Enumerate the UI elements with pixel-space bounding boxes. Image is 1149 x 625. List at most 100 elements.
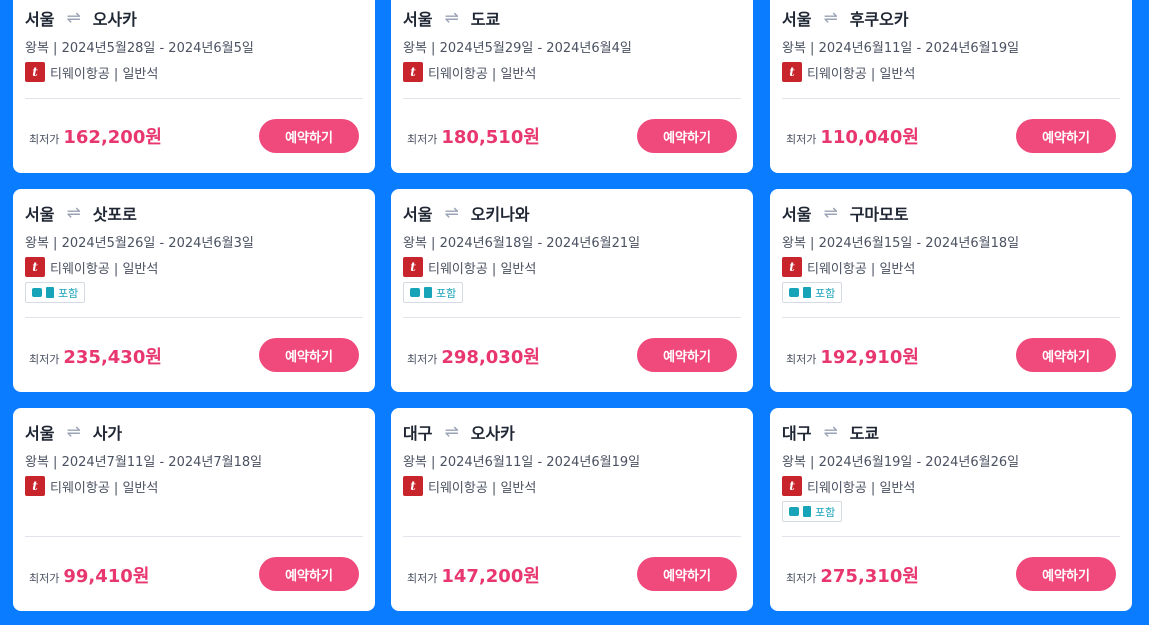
book-button[interactable]: 예약하기 bbox=[1016, 338, 1116, 372]
round-trip-icon: ⇌ bbox=[444, 422, 459, 442]
price-block: 최저가 298,030원 bbox=[407, 343, 540, 369]
flight-card[interactable]: 서울 ⇌ 사가 왕복 | 2024년7월11일 - 2024년7월18일 t 티… bbox=[13, 408, 375, 611]
book-button[interactable]: 예약하기 bbox=[259, 338, 359, 372]
tway-logo-icon: t bbox=[403, 476, 423, 496]
lowest-price: 162,200원 bbox=[63, 127, 162, 148]
airline-class: 티웨이항공 | 일반석 bbox=[50, 480, 159, 496]
tway-logo-icon: t bbox=[25, 257, 45, 277]
price-label: 최저가 bbox=[29, 133, 60, 146]
price-label: 최저가 bbox=[407, 353, 438, 366]
book-button[interactable]: 예약하기 bbox=[259, 119, 359, 153]
checked-bag-icon bbox=[424, 287, 432, 298]
trip-dates: 왕복 | 2024년6월11일 - 2024년6월19일 bbox=[782, 41, 1020, 56]
book-button[interactable]: 예약하기 bbox=[1016, 119, 1116, 153]
lowest-price: 192,910원 bbox=[820, 347, 919, 368]
route-title: 서울 ⇌ 도쿄 bbox=[403, 6, 500, 30]
price-block: 최저가 180,510원 bbox=[407, 123, 540, 149]
airline-info: t 티웨이항공 | 일반석 bbox=[403, 257, 536, 277]
checked-bag-icon bbox=[46, 287, 54, 298]
round-trip-icon: ⇌ bbox=[823, 203, 838, 223]
baggage-included-badge: 포함 bbox=[782, 501, 843, 522]
destination-city: 도쿄 bbox=[470, 10, 501, 29]
round-trip-icon: ⇌ bbox=[66, 422, 81, 442]
baggage-included-badge: 포함 bbox=[782, 282, 843, 303]
price-block: 최저가 99,410원 bbox=[29, 562, 149, 588]
airline-info: t 티웨이항공 | 일반석 bbox=[25, 62, 158, 82]
book-button[interactable]: 예약하기 bbox=[637, 338, 737, 372]
divider bbox=[25, 536, 363, 537]
tway-logo-icon: t bbox=[25, 62, 45, 82]
flight-card[interactable]: 서울 ⇌ 후쿠오카 왕복 | 2024년6월11일 - 2024년6월19일 t… bbox=[770, 0, 1132, 173]
airline-class: 티웨이항공 | 일반석 bbox=[428, 261, 537, 277]
airline-info: t 티웨이항공 | 일반석 bbox=[782, 62, 915, 82]
flight-card[interactable]: 서울 ⇌ 구마모토 왕복 | 2024년6월15일 - 2024년6월18일 t… bbox=[770, 189, 1132, 392]
divider bbox=[782, 536, 1120, 537]
destination-city: 도쿄 bbox=[849, 424, 880, 443]
book-button[interactable]: 예약하기 bbox=[637, 119, 737, 153]
airline-info: t 티웨이항공 | 일반석 bbox=[403, 62, 536, 82]
price-block: 최저가 147,200원 bbox=[407, 562, 540, 588]
book-button[interactable]: 예약하기 bbox=[637, 557, 737, 591]
divider bbox=[25, 98, 363, 99]
destination-city: 오키나와 bbox=[470, 205, 530, 224]
flight-card[interactable]: 서울 ⇌ 오키나와 왕복 | 2024년6월18일 - 2024년6월21일 t… bbox=[391, 189, 753, 392]
price-block: 최저가 162,200원 bbox=[29, 123, 162, 149]
badge-label: 포함 bbox=[436, 286, 457, 300]
price-label: 최저가 bbox=[786, 353, 817, 366]
tway-logo-icon: t bbox=[25, 476, 45, 496]
origin-city: 서울 bbox=[403, 10, 433, 29]
trip-dates: 왕복 | 2024년5월29일 - 2024년6월4일 bbox=[403, 41, 632, 56]
origin-city: 서울 bbox=[25, 10, 55, 29]
flight-card[interactable]: 서울 ⇌ 삿포로 왕복 | 2024년5월26일 - 2024년6월3일 t 티… bbox=[13, 189, 375, 392]
tway-logo-icon: t bbox=[403, 257, 423, 277]
lowest-price: 235,430원 bbox=[63, 347, 162, 368]
flight-card[interactable]: 대구 ⇌ 오사카 왕복 | 2024년6월11일 - 2024년6월19일 t … bbox=[391, 408, 753, 611]
round-trip-icon: ⇌ bbox=[444, 8, 459, 28]
lowest-price: 180,510원 bbox=[441, 127, 540, 148]
airline-info: t 티웨이항공 | 일반석 bbox=[25, 476, 158, 496]
baggage-included-badge: 포함 bbox=[403, 282, 464, 303]
airline-info: t 티웨이항공 | 일반석 bbox=[25, 257, 158, 277]
badge-label: 포함 bbox=[815, 286, 836, 300]
checked-bag-icon bbox=[803, 287, 811, 298]
badge-label: 포함 bbox=[815, 505, 836, 519]
price-label: 최저가 bbox=[407, 133, 438, 146]
price-label: 최저가 bbox=[29, 353, 60, 366]
book-button[interactable]: 예약하기 bbox=[1016, 557, 1116, 591]
flight-card[interactable]: 대구 ⇌ 도쿄 왕복 | 2024년6월19일 - 2024년6월26일 t 티… bbox=[770, 408, 1132, 611]
route-title: 서울 ⇌ 삿포로 bbox=[25, 201, 137, 225]
airline-class: 티웨이항공 | 일반석 bbox=[50, 261, 159, 277]
price-block: 최저가 110,040원 bbox=[786, 123, 919, 149]
route-title: 서울 ⇌ 오키나와 bbox=[403, 201, 530, 225]
trip-dates: 왕복 | 2024년7월11일 - 2024년7월18일 bbox=[25, 455, 263, 470]
divider bbox=[25, 317, 363, 318]
price-label: 최저가 bbox=[29, 572, 60, 585]
divider bbox=[782, 317, 1120, 318]
route-title: 서울 ⇌ 사가 bbox=[25, 420, 122, 444]
carry-on-bag-icon bbox=[789, 288, 799, 297]
book-button[interactable]: 예약하기 bbox=[259, 557, 359, 591]
route-title: 대구 ⇌ 도쿄 bbox=[782, 420, 879, 444]
destination-city: 사가 bbox=[92, 424, 123, 443]
checked-bag-icon bbox=[803, 506, 811, 517]
divider bbox=[403, 536, 741, 537]
origin-city: 서울 bbox=[25, 205, 55, 224]
tway-logo-icon: t bbox=[782, 257, 802, 277]
route-title: 서울 ⇌ 오사카 bbox=[25, 6, 137, 30]
airline-class: 티웨이항공 | 일반석 bbox=[807, 480, 916, 496]
origin-city: 대구 bbox=[403, 424, 433, 443]
divider bbox=[782, 98, 1120, 99]
flight-card[interactable]: 서울 ⇌ 오사카 왕복 | 2024년5월28일 - 2024년6월5일 t 티… bbox=[13, 0, 375, 173]
carry-on-bag-icon bbox=[32, 288, 42, 297]
destination-city: 후쿠오카 bbox=[849, 10, 909, 29]
flight-deal-grid: 서울 ⇌ 오사카 왕복 | 2024년5월28일 - 2024년6월5일 t 티… bbox=[0, 0, 1149, 625]
flight-card[interactable]: 서울 ⇌ 도쿄 왕복 | 2024년5월29일 - 2024년6월4일 t 티웨… bbox=[391, 0, 753, 173]
divider bbox=[403, 317, 741, 318]
airline-class: 티웨이항공 | 일반석 bbox=[50, 66, 159, 82]
price-label: 최저가 bbox=[786, 572, 817, 585]
lowest-price: 99,410원 bbox=[63, 566, 150, 587]
lowest-price: 147,200원 bbox=[441, 566, 540, 587]
baggage-included-badge: 포함 bbox=[25, 282, 86, 303]
round-trip-icon: ⇌ bbox=[444, 203, 459, 223]
divider bbox=[403, 98, 741, 99]
